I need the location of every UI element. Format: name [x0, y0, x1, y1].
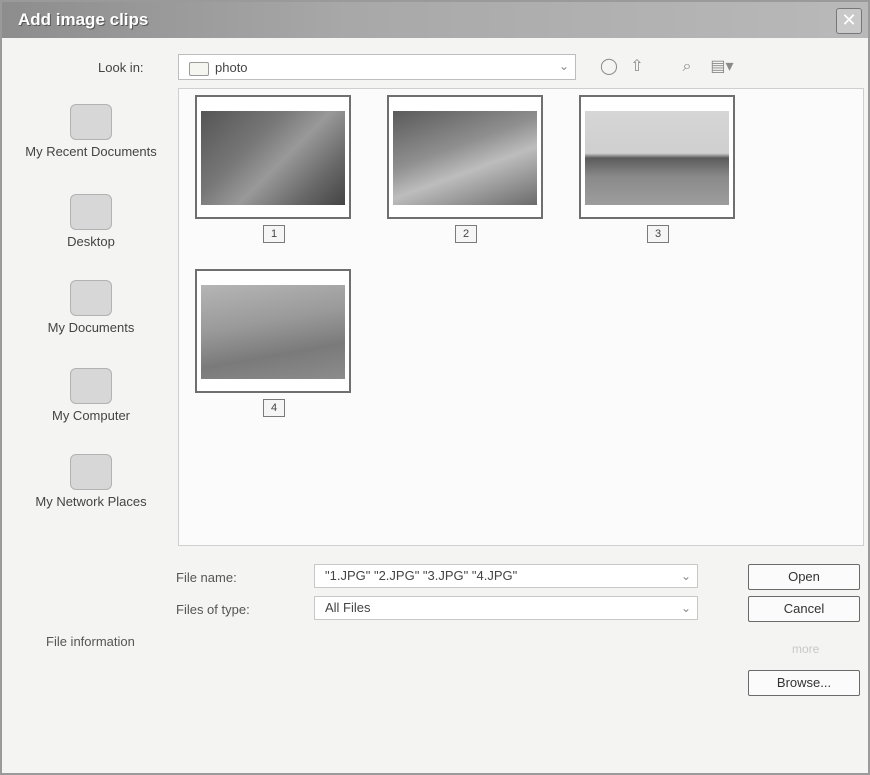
- place-label: My Computer: [51, 408, 131, 423]
- photo-thumbnail: [201, 285, 345, 379]
- new-folder-icon[interactable]: ⌕: [676, 56, 698, 78]
- up-folder-icon[interactable]: ⇧: [626, 56, 648, 78]
- dialog-title: Add image clips: [18, 10, 149, 29]
- file-caption[interactable]: 3: [647, 225, 669, 243]
- file-thumbnail-3[interactable]: [579, 95, 735, 219]
- file-type-value: All Files: [325, 600, 371, 615]
- folder-icon: [189, 62, 209, 76]
- places-bar: My Recent Documents Desktop My Documents…: [18, 90, 164, 550]
- place-my-documents[interactable]: My Documents: [18, 280, 164, 335]
- file-name-value: "1.JPG" "2.JPG" "3.JPG" "4.JPG": [325, 568, 518, 583]
- look-in-label: Look in:: [98, 60, 144, 75]
- place-label: My Recent Documents: [25, 144, 157, 159]
- file-caption[interactable]: 2: [455, 225, 477, 243]
- look-in-dropdown[interactable]: photo ⌄: [178, 54, 576, 80]
- add-image-clips-dialog: Add image clips ✕ Look in: photo ⌄ ◯ ⇧ ⌕…: [0, 0, 870, 775]
- place-label: Desktop: [67, 234, 115, 249]
- file-thumbnail-1[interactable]: [195, 95, 351, 219]
- file-type-dropdown[interactable]: All Files ⌄: [314, 596, 698, 620]
- file-thumbnail-4[interactable]: [195, 269, 351, 393]
- file-name-input[interactable]: "1.JPG" "2.JPG" "3.JPG" "4.JPG" ⌄: [314, 564, 698, 588]
- place-my-network-places[interactable]: My Network Places: [18, 454, 164, 509]
- file-caption[interactable]: 1: [263, 225, 285, 243]
- photo-thumbnail: [585, 111, 729, 205]
- open-button[interactable]: Open: [748, 564, 860, 590]
- recent-documents-icon: [70, 104, 112, 140]
- file-type-label: Files of type:: [176, 602, 250, 617]
- place-my-computer[interactable]: My Computer: [18, 368, 164, 423]
- file-thumbnail-2[interactable]: [387, 95, 543, 219]
- place-label: My Documents: [47, 320, 135, 335]
- my-computer-icon: [70, 368, 112, 404]
- file-caption[interactable]: 4: [263, 399, 285, 417]
- network-places-icon: [70, 454, 112, 490]
- my-documents-icon: [70, 280, 112, 316]
- photo-thumbnail: [201, 111, 345, 205]
- views-menu-icon[interactable]: ▤▾: [706, 56, 738, 78]
- chevron-down-icon[interactable]: ⌄: [681, 569, 691, 583]
- place-label: My Network Places: [35, 494, 147, 509]
- file-list-view[interactable]: 1 2 3 4: [178, 88, 864, 546]
- chevron-down-icon[interactable]: ⌄: [681, 601, 691, 615]
- place-my-recent-documents[interactable]: My Recent Documents: [18, 104, 164, 159]
- file-information-label: File information: [46, 634, 135, 649]
- chevron-down-icon[interactable]: ⌄: [559, 59, 569, 73]
- photo-thumbnail: [393, 111, 537, 205]
- browse-button[interactable]: Browse...: [748, 670, 860, 696]
- back-icon[interactable]: ◯: [598, 56, 620, 78]
- place-desktop[interactable]: Desktop: [18, 194, 164, 249]
- more-link: more: [792, 642, 820, 656]
- look-in-value: photo: [215, 60, 248, 75]
- desktop-icon: [70, 194, 112, 230]
- file-name-label: File name:: [176, 570, 237, 585]
- cancel-button[interactable]: Cancel: [748, 596, 860, 622]
- close-button[interactable]: ✕: [836, 8, 862, 34]
- title-bar[interactable]: Add image clips ✕: [2, 2, 868, 38]
